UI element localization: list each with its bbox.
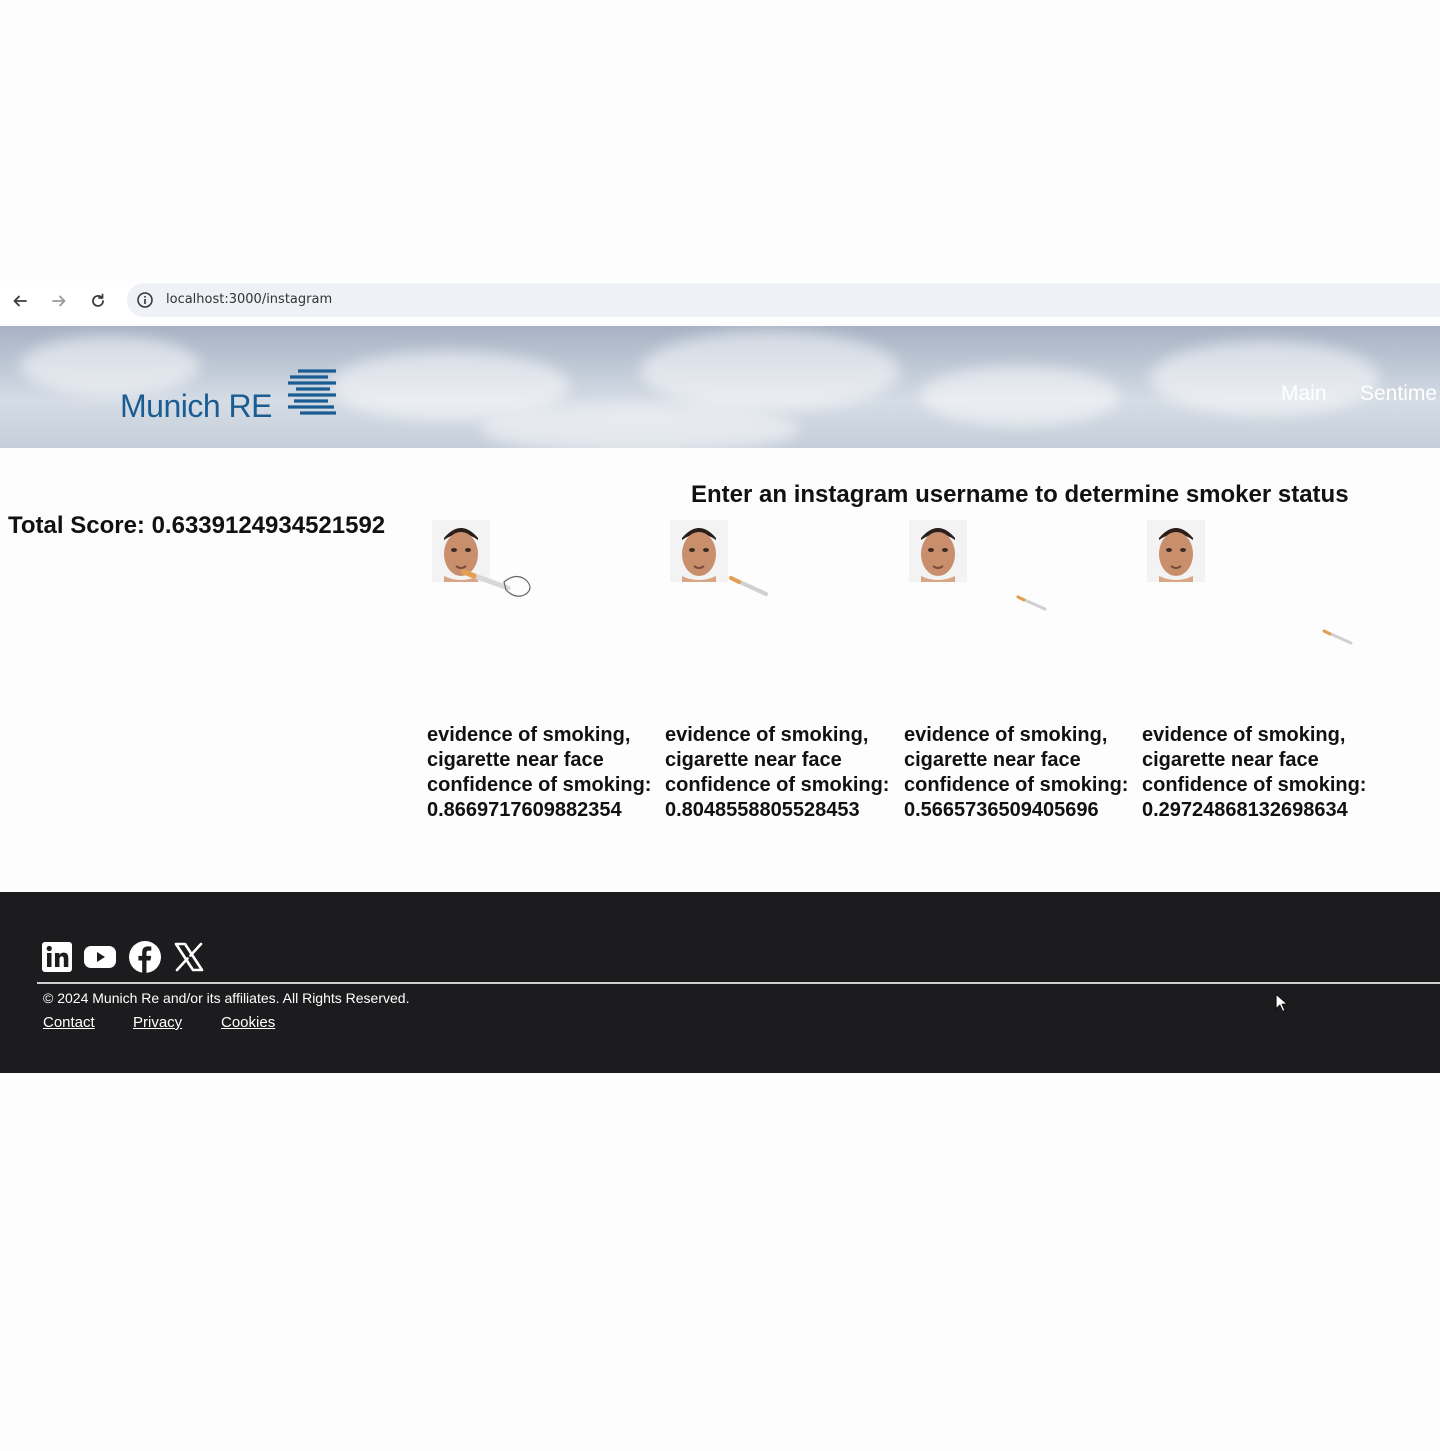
cigarette-image bbox=[461, 569, 531, 597]
youtube-icon[interactable] bbox=[83, 940, 117, 974]
total-score-value: 0.6339124934521592 bbox=[151, 512, 386, 539]
result-text: evidence of smoking, cigarette near face… bbox=[904, 723, 1129, 823]
linkedin-icon[interactable] bbox=[40, 940, 74, 974]
result-card: evidence of smoking, cigarette near face… bbox=[665, 518, 890, 858]
url-text[interactable]: localhost:3000/instagram bbox=[166, 292, 332, 307]
footer-link-privacy[interactable]: Privacy bbox=[133, 1014, 182, 1031]
result-card: evidence of smoking, cigarette near face… bbox=[904, 518, 1129, 858]
result-text: evidence of smoking, cigarette near face… bbox=[1142, 723, 1367, 823]
mouse-cursor-icon bbox=[1275, 993, 1289, 1013]
x-icon[interactable] bbox=[172, 940, 206, 974]
forward-arrow-icon bbox=[52, 295, 66, 307]
cloud-shape bbox=[1150, 341, 1380, 416]
munich-re-logo-text[interactable]: Munich RE bbox=[120, 388, 273, 425]
cloud-shape bbox=[480, 404, 800, 448]
face-photo bbox=[909, 520, 967, 582]
confidence-value: 0.29724868132698634 bbox=[1142, 799, 1348, 821]
confidence-value: 0.5665736509405696 bbox=[904, 799, 1099, 821]
forward-button[interactable] bbox=[47, 289, 71, 313]
result-description: evidence of smoking, cigarette near face… bbox=[904, 724, 1129, 796]
face-photo bbox=[1147, 520, 1205, 582]
result-card: evidence of smoking, cigarette near face… bbox=[1142, 518, 1367, 858]
result-description: evidence of smoking, cigarette near face… bbox=[427, 724, 652, 796]
site-header: Munich RE Main Sentime bbox=[0, 326, 1440, 448]
back-button[interactable] bbox=[8, 289, 32, 313]
nav-link-sentiment[interactable]: Sentime bbox=[1360, 382, 1437, 406]
confidence-value: 0.8669717609882354 bbox=[427, 799, 622, 821]
cigarette-image bbox=[729, 576, 768, 596]
nav-link-main[interactable]: Main bbox=[1281, 382, 1327, 406]
page-heading: Enter an instagram username to determine… bbox=[691, 481, 1349, 508]
cloud-shape bbox=[920, 366, 1120, 426]
reload-button[interactable] bbox=[86, 289, 110, 313]
footer-link-contact[interactable]: Contact bbox=[43, 1014, 95, 1031]
total-score-label: Total Score: bbox=[8, 512, 152, 539]
result-card: evidence of smoking, cigarette near face… bbox=[427, 518, 652, 858]
browser-toolbar: localhost:3000/instagram bbox=[0, 281, 1440, 321]
total-score: Total Score: 0.6339124934521592 bbox=[8, 512, 385, 540]
result-description: evidence of smoking, cigarette near face… bbox=[665, 724, 890, 796]
result-description: evidence of smoking, cigarette near face… bbox=[1142, 724, 1367, 796]
cloud-shape bbox=[20, 336, 200, 396]
cigarette-image bbox=[1016, 595, 1047, 611]
munich-re-logo-icon[interactable] bbox=[286, 367, 338, 419]
cloud-shape bbox=[640, 331, 900, 411]
facebook-icon[interactable] bbox=[128, 940, 162, 974]
result-text: evidence of smoking, cigarette near face… bbox=[427, 723, 652, 823]
back-arrow-icon bbox=[13, 295, 27, 307]
result-text: evidence of smoking, cigarette near face… bbox=[665, 723, 890, 823]
copyright-text: © 2024 Munich Re and/or its affiliates. … bbox=[43, 990, 410, 1006]
face-photo bbox=[670, 520, 728, 582]
confidence-value: 0.8048558805528453 bbox=[665, 799, 860, 821]
footer-divider bbox=[37, 982, 1440, 984]
footer-link-cookies[interactable]: Cookies bbox=[221, 1014, 275, 1031]
cigarette-image bbox=[1322, 629, 1353, 645]
reload-icon bbox=[92, 293, 104, 307]
address-bar[interactable]: localhost:3000/instagram bbox=[127, 283, 1440, 317]
site-info-icon[interactable] bbox=[136, 291, 154, 309]
site-footer: © 2024 Munich Re and/or its affiliates. … bbox=[0, 892, 1440, 1073]
